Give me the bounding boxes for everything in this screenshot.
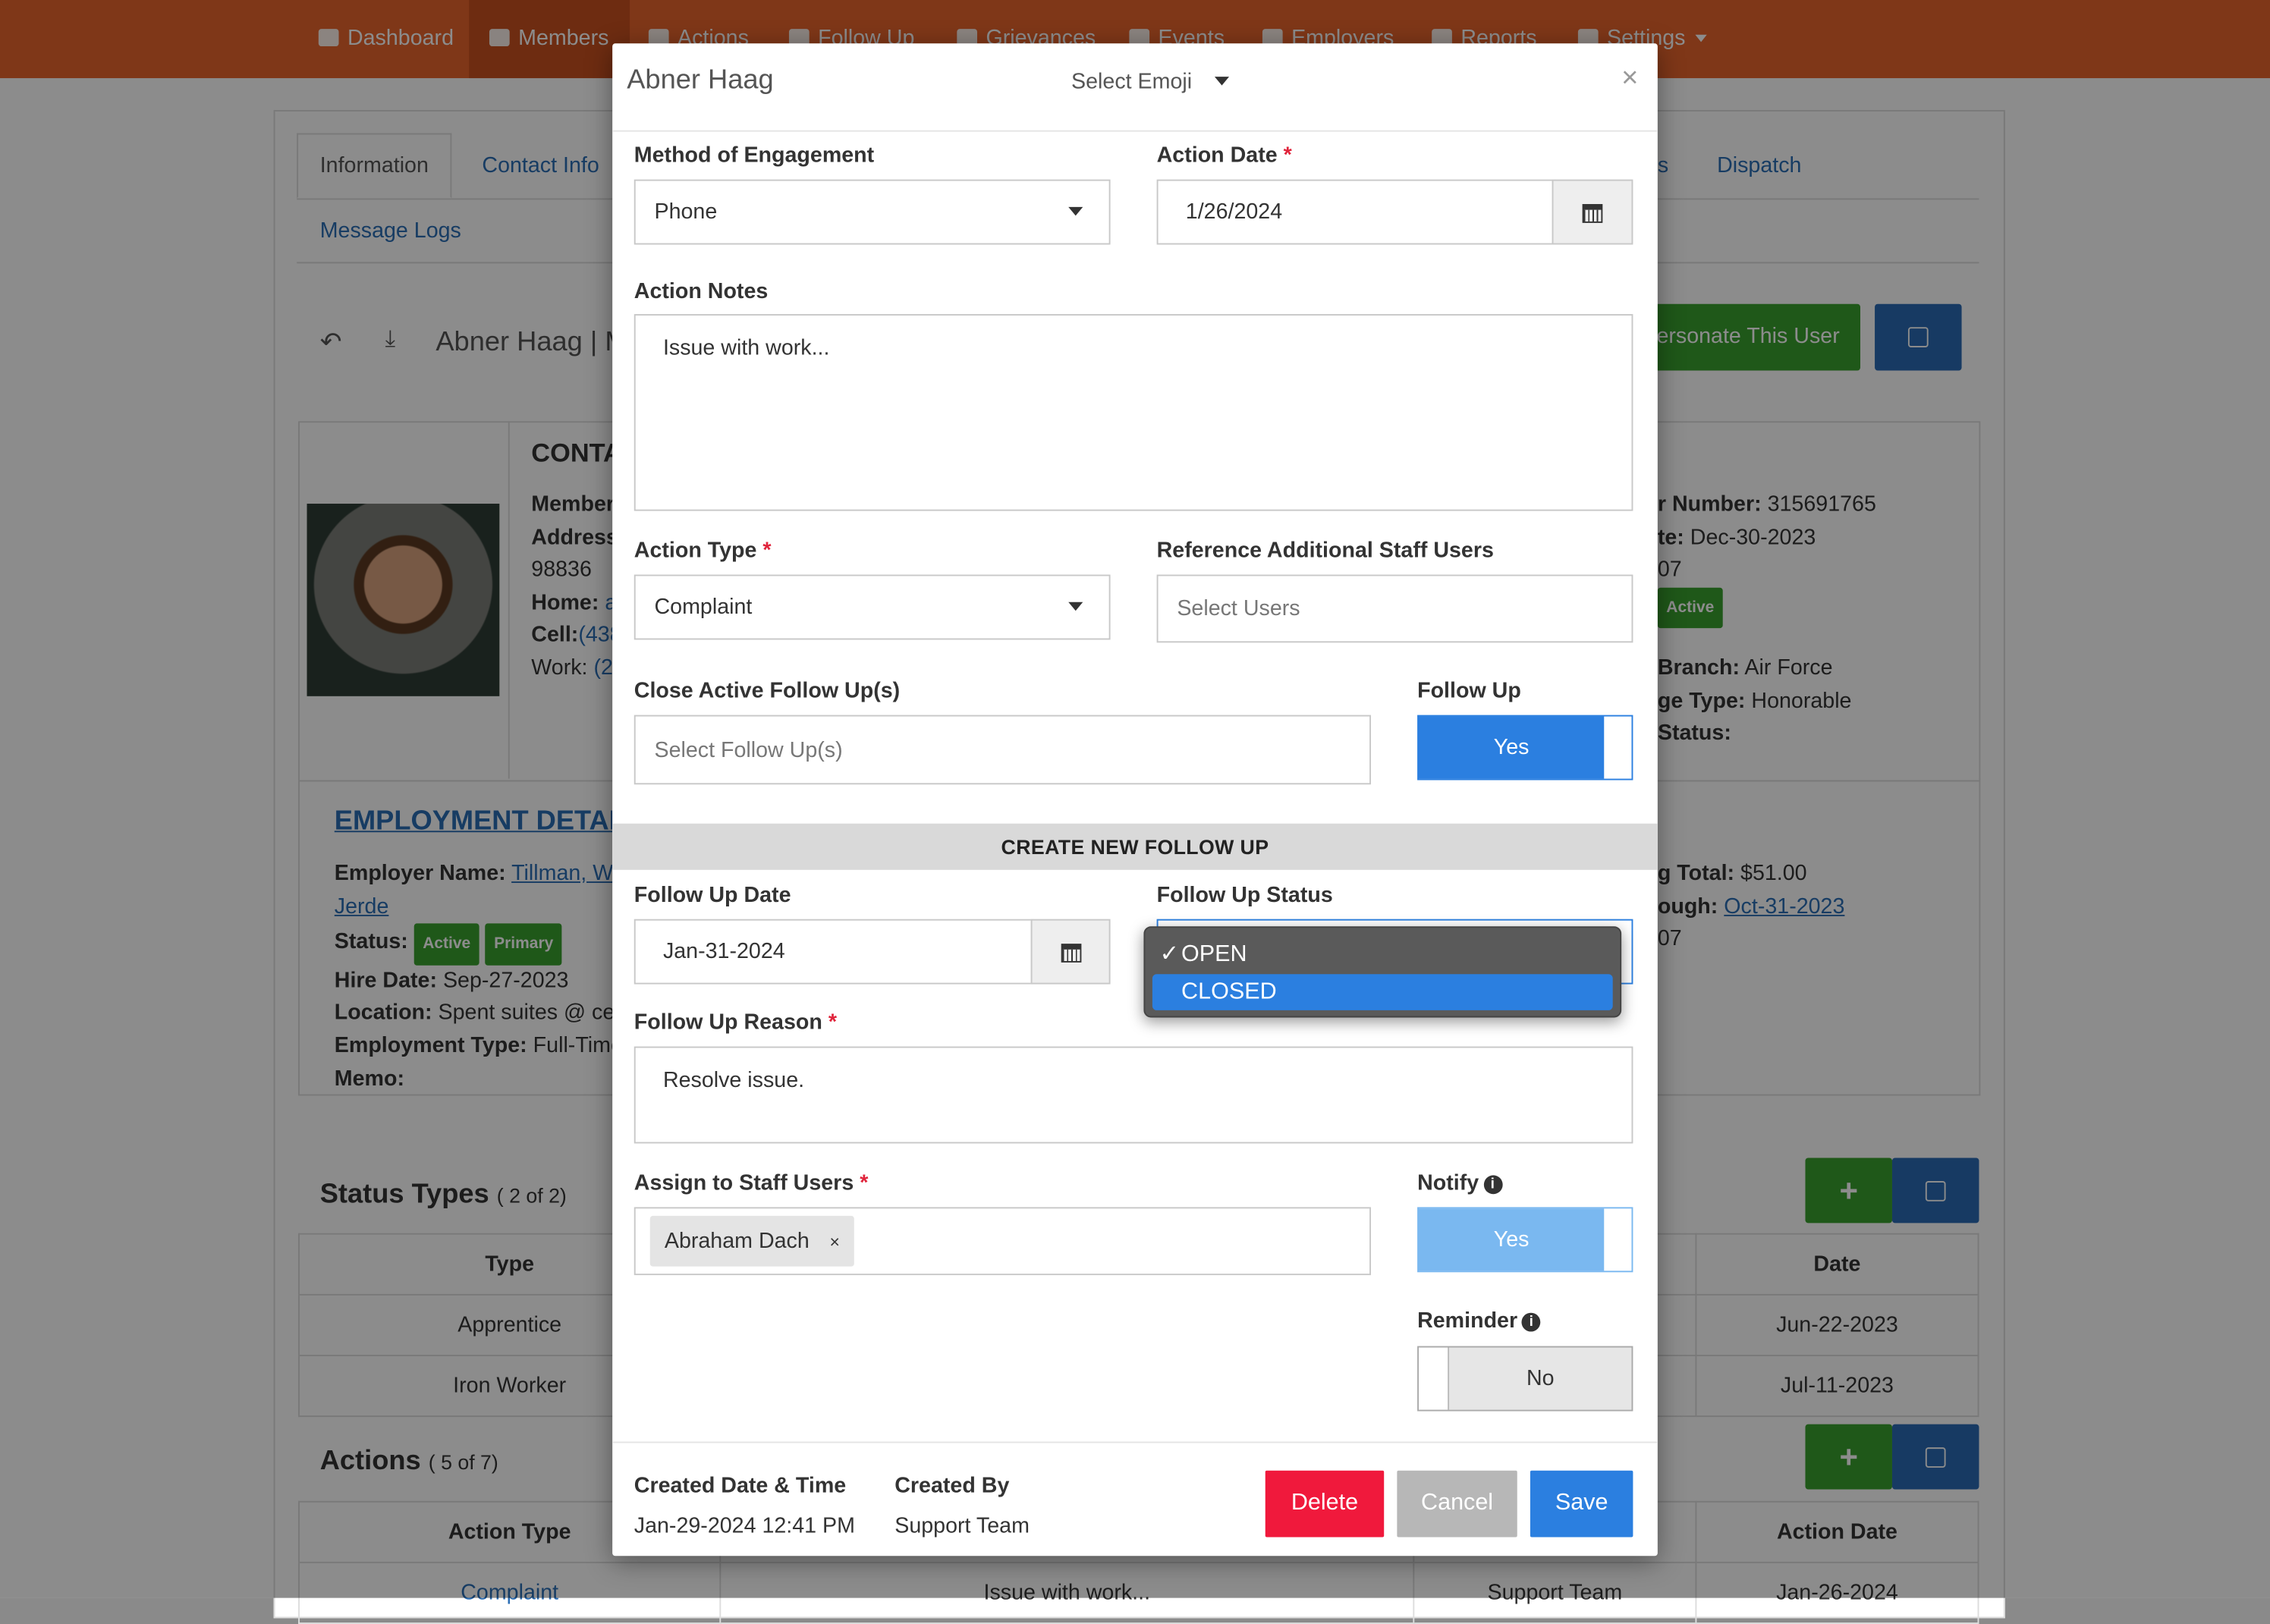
action-type-select[interactable]: Complaint	[634, 574, 1111, 640]
footer-divider	[612, 1441, 1658, 1443]
required-mark: *	[1283, 143, 1292, 168]
option-open[interactable]: ✓ OPEN	[1152, 937, 1613, 973]
required-mark: *	[762, 538, 772, 564]
fu-reason-textarea[interactable]: Resolve issue.	[634, 1046, 1633, 1144]
follow-up-toggle[interactable]: Yes	[1417, 715, 1633, 781]
action-date-label: Action Date *	[1157, 143, 1292, 168]
method-value: Phone	[654, 199, 718, 225]
emoji-select-label: Select Emoji	[1071, 69, 1193, 95]
toggle-off-label: No	[1448, 1347, 1632, 1410]
action-type-value: Complaint	[654, 595, 753, 620]
action-date-input[interactable]: 1/26/2024	[1156, 179, 1557, 245]
created-label: Created Date & Time	[634, 1473, 847, 1498]
created-by-label: Created By	[894, 1473, 1010, 1498]
save-button[interactable]: Save	[1530, 1470, 1633, 1538]
notify-label: Notify i	[1417, 1171, 1502, 1195]
notes-label: Action Notes	[634, 279, 769, 304]
fu-date-input[interactable]: Jan-31-2024	[634, 919, 1034, 985]
remove-tag-icon[interactable]: ×	[829, 1232, 839, 1252]
info-icon[interactable]: i	[1521, 1312, 1541, 1332]
notify-toggle[interactable]: Yes	[1417, 1207, 1633, 1273]
notes-textarea[interactable]: Issue with work...	[634, 314, 1633, 511]
delete-button[interactable]: Delete	[1265, 1470, 1385, 1538]
action-date-calendar-button[interactable]	[1552, 179, 1633, 245]
method-select[interactable]: Phone	[634, 179, 1111, 245]
required-mark: *	[828, 1010, 837, 1035]
staff-tag: Abraham Dach ×	[649, 1215, 854, 1267]
reminder-toggle[interactable]: No	[1417, 1346, 1633, 1412]
created-value: Jan-29-2024 12:41 PM	[634, 1513, 855, 1539]
label-text: Action Date	[1156, 143, 1278, 168]
label-text: Assign to Staff Users	[634, 1170, 854, 1196]
toggle-on-label: Yes	[1418, 716, 1605, 779]
cancel-button[interactable]: Cancel	[1397, 1470, 1517, 1538]
required-mark: *	[860, 1170, 869, 1196]
modal-title: Abner Haag	[627, 64, 774, 96]
created-by-value: Support Team	[894, 1513, 1030, 1539]
label-text: Follow Up Reason	[634, 1010, 822, 1035]
fu-reason-label: Follow Up Reason *	[634, 1010, 837, 1035]
label-text: Reminder	[1417, 1308, 1518, 1333]
option-label: CLOSED	[1181, 979, 1277, 1005]
fu-status-label: Follow Up Status	[1156, 882, 1333, 908]
ref-staff-label: Reference Additional Staff Users	[1156, 538, 1494, 564]
staff-tag-label: Abraham Dach	[664, 1229, 810, 1254]
close-followups-label: Close Active Follow Up(s)	[634, 678, 901, 704]
close-followups-select[interactable]: Select Follow Up(s)	[634, 715, 1372, 785]
follow-up-label: Follow Up	[1417, 678, 1521, 704]
fu-date-calendar-button[interactable]	[1030, 919, 1111, 985]
follow-up-modal: Abner Haag Select Emoji × Method of Enga…	[612, 43, 1658, 1556]
fu-date-label: Follow Up Date	[634, 882, 791, 908]
option-label: OPEN	[1181, 942, 1247, 967]
caret-down-icon	[1068, 206, 1083, 216]
close-icon[interactable]: ×	[1621, 62, 1638, 96]
create-follow-up-header: CREATE NEW FOLLOW UP	[612, 823, 1658, 870]
label-text: Action Type	[634, 538, 757, 564]
ref-staff-select[interactable]: Select Users	[1156, 574, 1633, 643]
method-label: Method of Engagement	[634, 143, 875, 168]
check-icon: ✓	[1159, 942, 1180, 967]
info-icon[interactable]: i	[1482, 1175, 1502, 1195]
calendar-icon	[1060, 943, 1081, 962]
app-stage: Dashboard Members Actions Follow Up Grie…	[0, 0, 2270, 1624]
reminder-label: Reminder i	[1417, 1308, 1541, 1333]
calendar-icon	[1582, 203, 1603, 222]
label-text: Notify	[1417, 1170, 1479, 1196]
fu-status-dropdown: ✓ OPEN CLOSED	[1143, 926, 1622, 1018]
caret-down-icon	[1068, 602, 1083, 611]
emoji-select[interactable]: Select Emoji	[1071, 69, 1230, 95]
caret-down-icon	[1214, 77, 1230, 86]
toggle-on-label: Yes	[1418, 1208, 1605, 1271]
assign-label: Assign to Staff Users *	[634, 1171, 869, 1195]
action-type-label: Action Type *	[634, 539, 772, 563]
assign-staff-select[interactable]: Abraham Dach ×	[634, 1207, 1372, 1276]
option-closed[interactable]: CLOSED	[1152, 974, 1613, 1010]
header-divider	[612, 130, 1658, 132]
